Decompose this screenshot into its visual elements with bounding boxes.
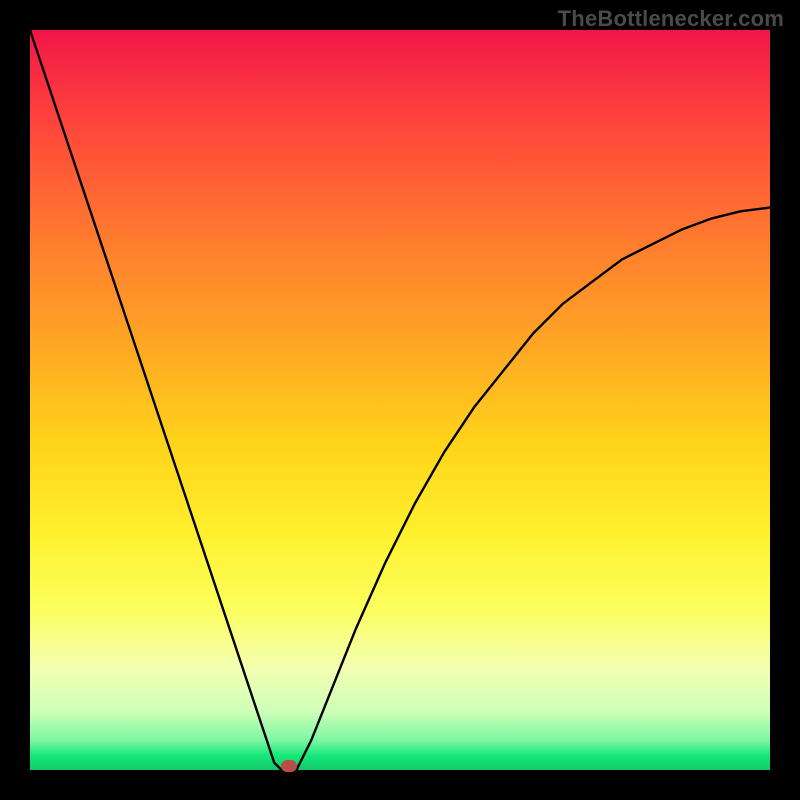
optimal-point-marker (281, 760, 297, 772)
attribution-text: TheBottlenecker.com (558, 6, 784, 32)
bottleneck-curve (30, 30, 770, 770)
plot-area (30, 30, 770, 770)
